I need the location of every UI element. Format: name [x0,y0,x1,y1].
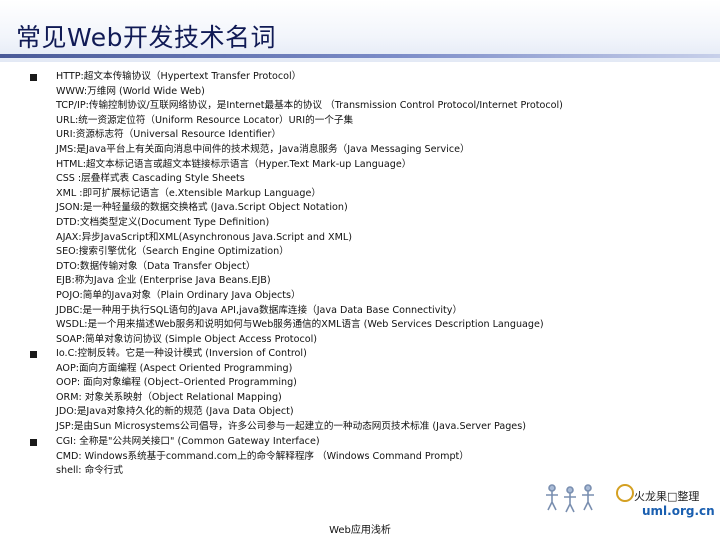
term-line: POJO:简单的Java对象（Plain Ordinary Java Objec… [56,289,301,301]
term-line: CGI: 全称是"公共网关接口" (Common Gateway Interfa… [56,436,320,447]
term-line: JSON:是一种轻量级的数据交换格式 (Java.Script Object N… [56,202,348,214]
bullet-lines: HTTP:超文本传输协议（Hypertext Transfer Protocol… [56,70,563,347]
logo-figures-icon [546,484,594,513]
bullet-square-icon [30,439,37,446]
term-line: WSDL:是一个用来描述Web服务和说明如何与Web服务通信的XML语言 (We… [56,319,544,331]
term-line: SOAP:简单对象访问协议 (Simple Object Access Prot… [56,333,317,345]
logo-ring-icon [616,484,634,502]
logo-url: uml.org.cn [642,504,715,518]
term-line: JDBC:是一种用于执行SQL语句的Java API,java数据库连接（Jav… [56,304,463,316]
term-line: WWW:万维网 (World Wide Web) [56,85,205,97]
term-line: OOP: 面向对象编程 (Object–Oriented Programming… [56,377,297,389]
term-line: AJAX:异步JavaScript和XML(Asynchronous Java.… [56,231,352,243]
term-line: JSP:是由Sun Microsystems公司倡导，许多公司参与一起建立的一种… [56,420,526,432]
term-line: CMD: Windows系统基于command.com上的命令解释程序 （Win… [56,450,469,462]
term-line: URI:资源标志符（Universal Resource Identifier） [56,129,282,141]
bullet-square-icon [30,74,37,81]
slide-title: 常见Web开发技术名词 [16,23,277,52]
term-line: URL:统一资源定位符（Uniform Resource Locator）URI… [56,114,354,126]
logo-name: 火龙果□整理 [634,490,700,503]
uml-logo: 火龙果□整理 uml.org.cn [540,478,720,522]
term-line: Io.C:控制反转。它是一种设计模式 (Inversion of Control… [56,348,307,359]
term-line: AOP:面向方面编程 (Aspect Oriented Programming) [56,362,293,374]
term-line: DTO:数据传输对象（Data Transfer Object） [56,260,256,272]
bullet-lines: Io.C:控制反转。它是一种设计模式 (Inversion of Control… [56,347,526,435]
term-line: DTD:文档类型定义(Document Type Definition) [56,216,270,228]
bullet-square-icon [30,351,37,358]
term-line: CSS :层叠样式表 Cascading Style Sheets [56,173,245,185]
title-divider [0,54,720,58]
term-line: HTTP:超文本传输协议（Hypertext Transfer Protocol… [56,71,302,82]
term-line: JDO:是Java对象持久化的新的规范 (Java Data Object) [56,406,294,418]
term-line: HTML:超文本标记语言或超文本链接标示语言（Hyper.Text Mark-u… [56,158,412,170]
term-line: XML :即可扩展标记语言（e.Xtensible Markup Languag… [56,187,321,199]
term-line: EJB:称为Java 企业 (Enterprise Java Beans.EJB… [56,275,271,287]
term-line: JMS:是Java平台上有关面向消息中间件的技术规范，Java消息服务（Java… [56,143,470,155]
term-line: TCP/IP:传输控制协议/互联网络协议，是Internet最基本的协议 （Tr… [56,100,563,112]
term-line: shell: 命令行式 [56,465,123,477]
bullet-lines: CGI: 全称是"公共网关接口" (Common Gateway Interfa… [56,435,469,479]
slide: 常见Web开发技术名词 HTTP:超文本传输协议（Hypertext Trans… [0,0,720,540]
title-bar: 常见Web开发技术名词 [0,0,720,62]
term-line: SEO:搜索引擎优化（Search Engine Optimization） [56,246,289,258]
slide-footer: Web应用浅析 [329,525,391,536]
term-line: ORM: 对象关系映射（Object Relational Mapping) [56,391,282,403]
